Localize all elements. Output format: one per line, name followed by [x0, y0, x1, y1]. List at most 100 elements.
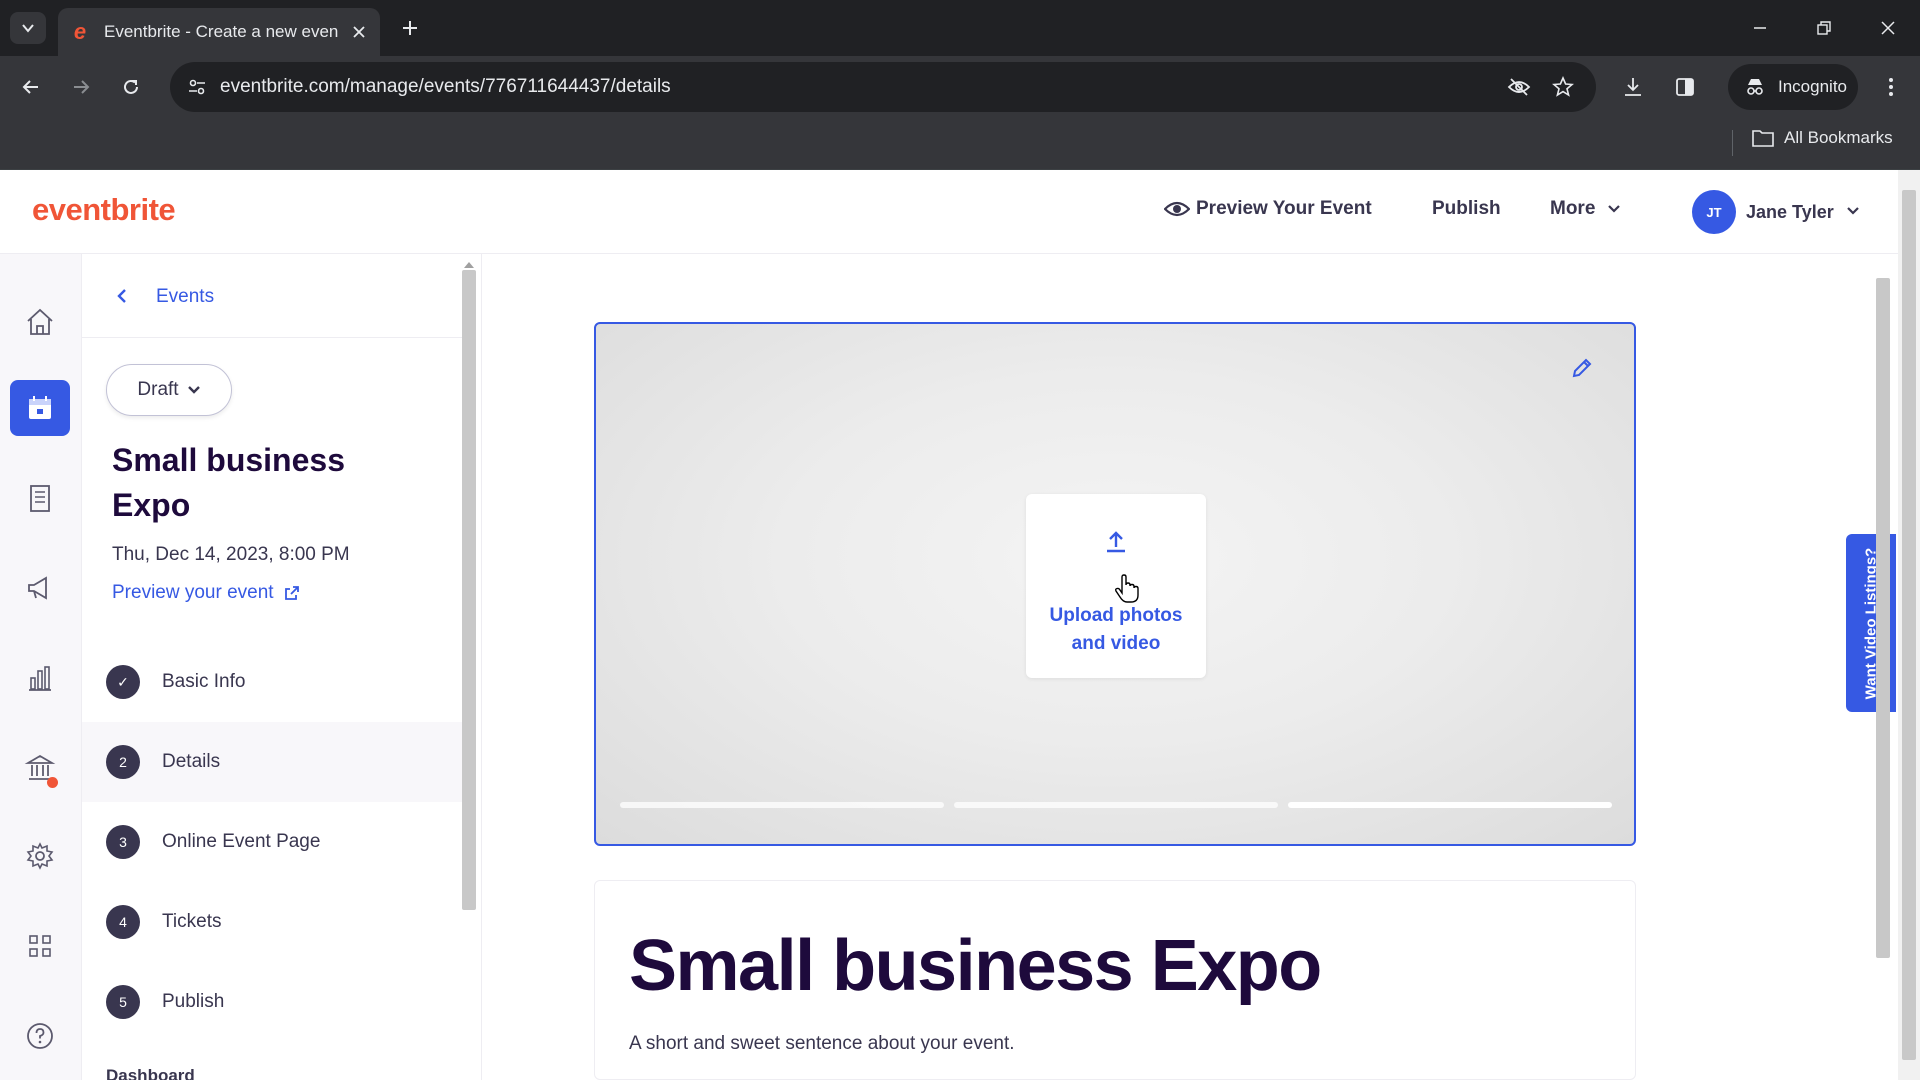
arrow-right-icon [74, 80, 90, 94]
header-publish-button[interactable]: Publish [1432, 198, 1501, 220]
status-label: Draft [137, 379, 179, 400]
eye-off-icon [1507, 78, 1531, 96]
reload-button[interactable] [112, 68, 150, 106]
all-bookmarks-button[interactable]: All Bookmarks [1752, 128, 1893, 148]
more-menu-button[interactable]: More [1550, 198, 1621, 220]
upload-icon [1098, 524, 1134, 560]
event-summary-text: A short and sweet sentence about your ev… [629, 1033, 1015, 1054]
event-title-heading: Small business Expo [629, 926, 1322, 1006]
apps-grid-icon [29, 935, 51, 957]
step-publish[interactable]: 5 Publish [82, 962, 462, 1042]
rail-reports[interactable] [10, 650, 70, 706]
page-scrollbar-thumb[interactable] [1902, 190, 1916, 1060]
side-panel-button[interactable] [1666, 68, 1704, 106]
edit-media-button[interactable] [1566, 352, 1598, 384]
step-details[interactable]: 2 Details [82, 722, 462, 802]
home-icon [27, 308, 53, 335]
rail-help[interactable] [10, 1008, 70, 1064]
address-bar[interactable]: eventbrite.com/manage/events/77671164443… [170, 62, 1596, 112]
status-dropdown[interactable]: Draft [106, 364, 232, 416]
download-icon [1625, 78, 1641, 96]
tab-close-button[interactable] [348, 21, 370, 43]
reload-icon [124, 79, 138, 94]
site-info-button[interactable] [180, 70, 214, 104]
rail-apps[interactable] [10, 918, 70, 974]
new-tab-button[interactable] [392, 12, 428, 44]
megaphone-icon [28, 576, 47, 600]
chevron-left-icon [117, 289, 126, 303]
upload-label-line-2: and video [1071, 633, 1161, 654]
rail-marketing[interactable] [10, 560, 70, 616]
step-label: Tickets [162, 911, 222, 932]
browser-tab-bar: e Eventbrite - Create a new even [0, 0, 1920, 56]
step-label: Publish [162, 991, 225, 1012]
preview-event-link[interactable]: Preview your event [112, 582, 300, 604]
step-tickets[interactable]: 4 Tickets [82, 882, 462, 962]
bookmarks-divider [1732, 130, 1733, 156]
tab-search-button[interactable] [10, 12, 46, 44]
downloads-button[interactable] [1614, 68, 1652, 106]
main-scrollbar-thumb[interactable] [1876, 278, 1890, 958]
kebab-menu-icon [1889, 78, 1893, 96]
step-label: Online Event Page [162, 831, 321, 852]
side-panel-icon [1676, 78, 1694, 96]
rail-events[interactable] [10, 380, 70, 436]
close-icon [1881, 21, 1895, 35]
event-date: Thu, Dec 14, 2023, 8:00 PM [112, 544, 350, 565]
left-nav-rail [0, 254, 82, 1080]
plus-icon [403, 21, 417, 35]
eventbrite-logo[interactable]: eventbrite [32, 192, 176, 228]
chevron-down-icon[interactable] [1846, 206, 1860, 216]
event-summary-card[interactable]: Small business Expo A short and sweet se… [594, 880, 1636, 1080]
calendar-icon [29, 396, 51, 419]
step-number-badge: 4 [106, 905, 140, 939]
chevron-down-icon [187, 386, 200, 394]
close-window-button[interactable] [1868, 10, 1908, 46]
help-icon [27, 1023, 53, 1049]
step-number-badge: 3 [106, 825, 140, 859]
back-to-events-link[interactable]: Events [82, 254, 462, 338]
step-online-event-page[interactable]: 3 Online Event Page [82, 802, 462, 882]
scroll-up-arrow-icon[interactable] [464, 262, 474, 268]
more-label: More [1550, 198, 1596, 219]
eventbrite-favicon-icon: e [73, 19, 87, 44]
step-number-badge: 2 [106, 745, 140, 779]
step-basic-info[interactable]: ✓ Basic Info [82, 642, 462, 722]
rail-finance[interactable] [10, 740, 70, 796]
tune-icon [189, 79, 205, 95]
user-name[interactable]: Jane Tyler [1746, 202, 1834, 223]
browser-menu-button[interactable] [1872, 68, 1910, 106]
browser-tab-active[interactable]: e Eventbrite - Create a new even [58, 8, 380, 56]
bar-chart-icon [29, 666, 51, 691]
minimize-button[interactable] [1740, 10, 1780, 46]
folder-icon [1752, 130, 1774, 147]
dashboard-section-label[interactable]: Dashboard [106, 1066, 195, 1080]
restore-button[interactable] [1804, 10, 1844, 46]
chevron-down-icon [22, 24, 34, 33]
user-avatar[interactable]: JT [1692, 190, 1736, 234]
event-title: Small business Expo [112, 442, 345, 523]
rail-home[interactable] [10, 294, 70, 350]
rail-orders[interactable] [10, 470, 70, 526]
incognito-label: Incognito [1778, 77, 1847, 96]
bookmark-star-button[interactable] [1548, 72, 1578, 102]
all-bookmarks-label: All Bookmarks [1784, 128, 1893, 147]
forward-button[interactable] [62, 68, 100, 106]
preview-event-label: Preview your event [112, 582, 274, 603]
pencil-icon [1572, 358, 1592, 378]
rail-settings[interactable] [10, 828, 70, 884]
check-icon: ✓ [106, 665, 140, 699]
tracking-protection-button[interactable] [1504, 72, 1534, 102]
incognito-icon [1747, 79, 1763, 95]
preview-your-event-button[interactable]: Preview Your Event [1164, 198, 1372, 220]
chevron-down-icon [1608, 205, 1621, 213]
back-to-events-label: Events [156, 286, 215, 307]
back-button[interactable] [12, 68, 50, 106]
carousel-indicator-2[interactable] [954, 802, 1278, 808]
incognito-button[interactable]: Incognito [1728, 64, 1858, 110]
orders-icon [30, 485, 50, 512]
carousel-indicator-1[interactable] [620, 802, 944, 808]
carousel-indicator-3[interactable] [1288, 802, 1612, 808]
restore-icon [1817, 21, 1831, 35]
panel-scrollbar-thumb[interactable] [462, 270, 476, 910]
